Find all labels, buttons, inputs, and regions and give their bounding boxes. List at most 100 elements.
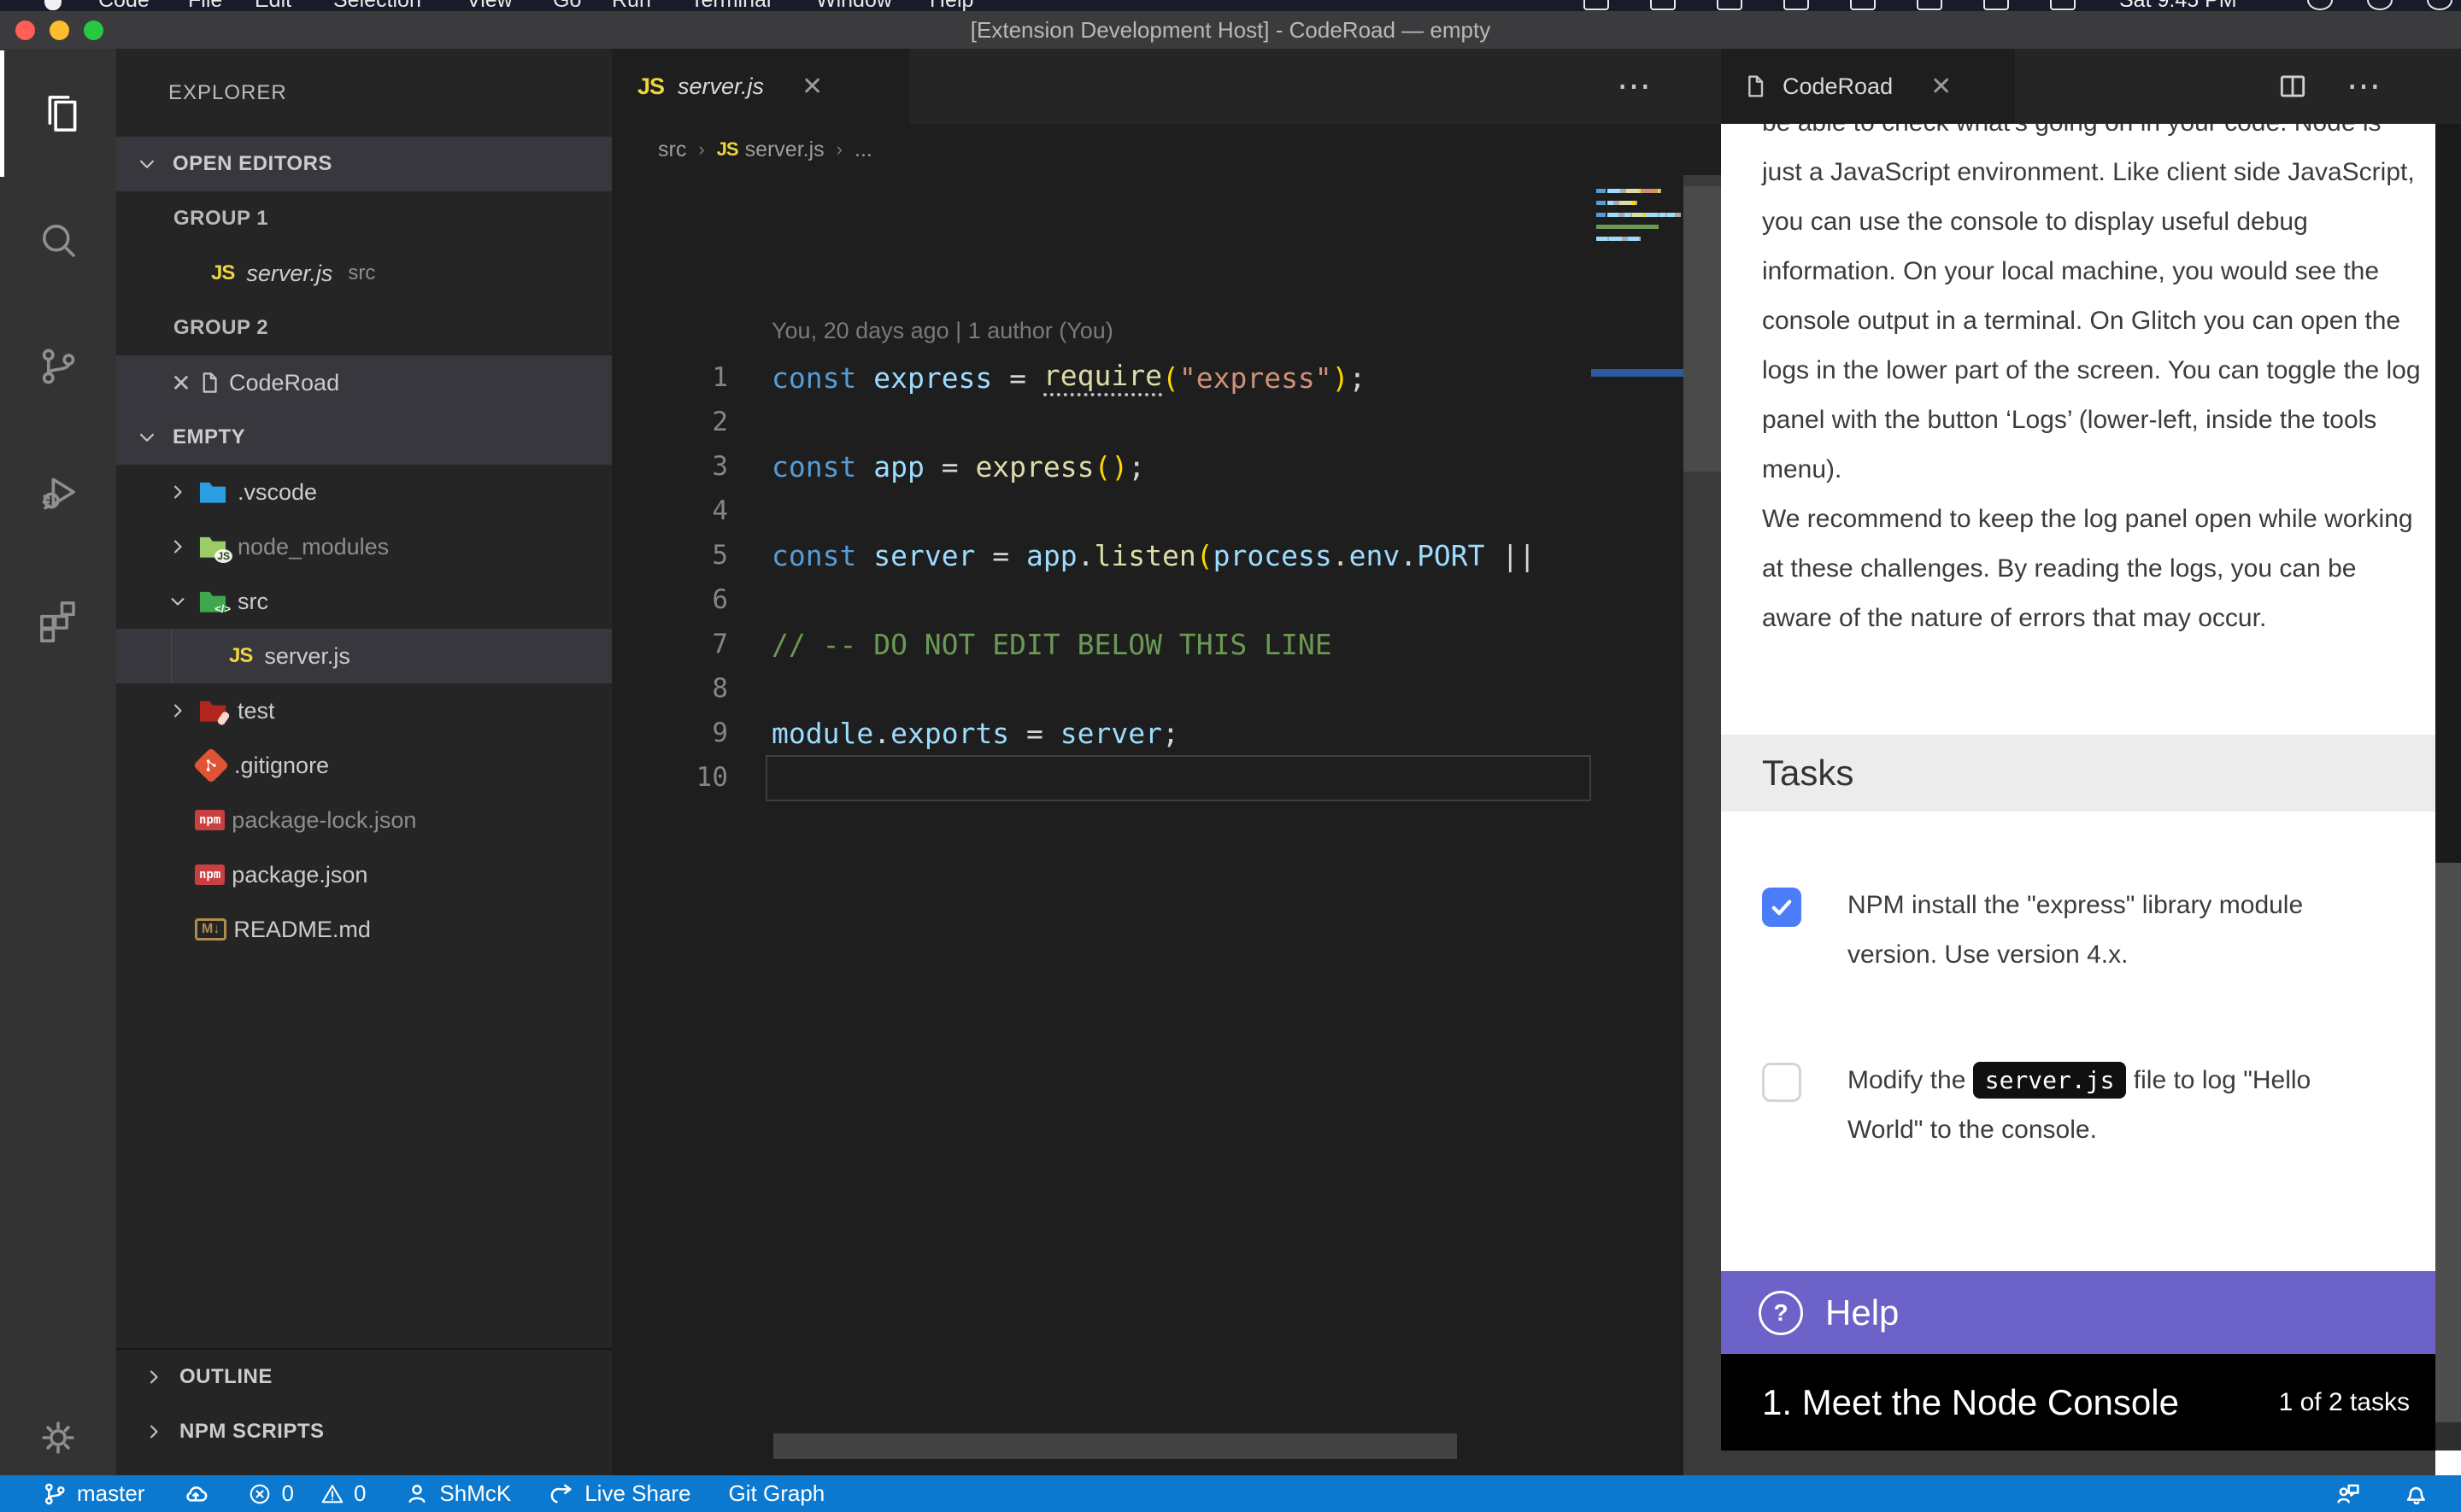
error-icon xyxy=(247,1481,273,1507)
section-outline[interactable]: OUTLINE xyxy=(116,1350,612,1404)
status-problems[interactable]: 00 xyxy=(247,1480,366,1507)
status-feedback-icon[interactable] xyxy=(2335,1480,2362,1508)
tree-item-src[interactable]: </>src xyxy=(116,574,612,629)
tab-coderoad[interactable]: CodeRoad ✕ xyxy=(1721,49,2015,124)
activity-extensions[interactable] xyxy=(0,556,116,683)
status-git-graph[interactable]: Git Graph xyxy=(729,1480,825,1507)
menu-item-terminal[interactable]: Terminal xyxy=(690,0,771,11)
close-tab-icon[interactable]: ✕ xyxy=(802,72,823,102)
tree-item--gitignore[interactable]: .gitignore xyxy=(116,738,612,793)
panel-scrollbar-thumb[interactable] xyxy=(2435,863,2461,1422)
menu-item-file[interactable]: File xyxy=(188,0,222,11)
help-section[interactable]: ? Help xyxy=(1721,1271,2435,1354)
debug-icon xyxy=(35,470,81,516)
current-line-highlight xyxy=(766,755,1591,801)
breadcrumb-item[interactable]: JSserver.js xyxy=(717,138,825,162)
window-title-bar[interactable]: [Extension Development Host] - CodeRoad … xyxy=(0,11,2461,49)
tree-item--vscode[interactable]: .vscode xyxy=(116,465,612,519)
tab-label: server.js xyxy=(678,73,764,100)
breadcrumb-item[interactable]: src xyxy=(658,138,686,162)
tree-item-package-json[interactable]: npmpackage.json xyxy=(116,847,612,902)
line-number: 6 xyxy=(646,577,728,622)
task-checkbox-unchecked[interactable] xyxy=(1762,1063,1801,1102)
apple-icon[interactable] xyxy=(44,0,62,10)
breadcrumb[interactable]: src›JSserver.js›... xyxy=(658,124,872,175)
task-text: Modify the server.js file to log "HelloW… xyxy=(1847,1056,2411,1155)
menubar-status-icon[interactable] xyxy=(1650,0,1676,10)
chevron-right xyxy=(166,535,190,559)
minimap-line xyxy=(1596,237,1641,241)
npm-icon: npm xyxy=(195,864,225,885)
person-icon xyxy=(403,1480,431,1508)
editor-tab-bar: JS server.js ✕ ⋯ xyxy=(612,49,1721,124)
editor-scrollbar-thumb[interactable] xyxy=(1683,186,1721,472)
menu-item-run[interactable]: Run xyxy=(612,0,651,11)
chevron-down xyxy=(134,151,160,177)
panel-tab-bar: CodeRoad ✕ ⋯ xyxy=(1721,49,2461,124)
panel-scrollbar[interactable] xyxy=(2435,124,2461,1475)
tree-item-package-lock-json[interactable]: npmpackage-lock.json xyxy=(116,793,612,847)
panel-footer-strip xyxy=(1721,1450,2435,1475)
open-editor-item-coderoad[interactable]: ✕CodeRoad xyxy=(116,355,612,410)
menu-item-edit[interactable]: Edit xyxy=(255,0,291,11)
more-actions-icon[interactable]: ⋯ xyxy=(2346,67,2382,106)
tree-item-readme-md[interactable]: M↓README.md xyxy=(116,902,612,957)
menubar-status-icon[interactable] xyxy=(1917,0,1942,10)
menu-item-selection[interactable]: Selection xyxy=(333,0,421,11)
status-bell-icon[interactable] xyxy=(2403,1480,2430,1508)
tree-item-node_modules[interactable]: JSnode_modules xyxy=(116,519,612,574)
menu-item-help[interactable]: Help xyxy=(930,0,973,11)
activity-run-and-debug[interactable] xyxy=(0,430,116,556)
open-editors-header[interactable]: OPEN EDITORS xyxy=(116,137,612,191)
chevron-right xyxy=(142,1420,166,1444)
menubar-status-icon[interactable] xyxy=(2307,0,2333,10)
menu-item-code[interactable]: Code xyxy=(98,0,150,11)
chevron-right xyxy=(142,1365,166,1389)
menu-item-window[interactable]: Window xyxy=(816,0,892,11)
open-editors-group: GROUP 2 xyxy=(116,301,612,355)
more-actions-icon[interactable]: ⋯ xyxy=(1617,67,1653,106)
menubar-status-icon[interactable] xyxy=(2367,0,2393,10)
split-editor-icon[interactable] xyxy=(2276,70,2309,103)
menu-item-view[interactable]: View xyxy=(467,0,513,11)
tree-item-server-js[interactable]: JSserver.js xyxy=(116,629,612,683)
folder-section-header[interactable]: EMPTY xyxy=(116,410,612,465)
editor-scrollbar[interactable] xyxy=(1683,175,1721,1475)
files-icon xyxy=(39,91,85,137)
code-editor[interactable]: You, 20 days ago | 1 author (You) 1const… xyxy=(612,175,1683,1450)
breadcrumb-item[interactable]: ... xyxy=(855,138,872,162)
activity-search[interactable] xyxy=(0,177,116,303)
menubar-status-icon[interactable] xyxy=(1583,0,1609,10)
menubar-status-icon[interactable] xyxy=(1983,0,2009,10)
section-npm-scripts[interactable]: NPM SCRIPTS xyxy=(116,1404,612,1459)
status-cloud-upload-icon[interactable] xyxy=(182,1480,209,1508)
menubar-status-icon[interactable] xyxy=(1717,0,1742,10)
status-shmck[interactable]: ShMcK xyxy=(403,1480,511,1508)
menubar-clock: Sat 9:45 PM xyxy=(2119,0,2237,11)
task-checkbox-checked[interactable] xyxy=(1762,888,1801,927)
lesson-title: 1. Meet the Node Console xyxy=(1762,1382,2179,1423)
warning-icon xyxy=(320,1481,345,1507)
window-title: [Extension Development Host] - CodeRoad … xyxy=(0,11,2461,49)
minimap[interactable] xyxy=(1591,175,1683,1450)
menubar-status-icon[interactable] xyxy=(1783,0,1809,10)
close-tab-icon[interactable]: ✕ xyxy=(1930,72,1952,102)
open-editor-item-server-js[interactable]: JSserver.jssrc xyxy=(116,246,612,301)
coderoad-webview: be able to check what's going on in your… xyxy=(1721,124,2461,1475)
close-editor-icon[interactable]: ✕ xyxy=(166,369,197,397)
inline-code: server.js xyxy=(1973,1062,2127,1099)
status-master[interactable]: master xyxy=(41,1480,144,1508)
chevron-right xyxy=(166,699,190,723)
activity-source-control[interactable] xyxy=(0,303,116,430)
code-line-3: const app = express(); xyxy=(772,444,1145,489)
activity-explorer[interactable] xyxy=(0,50,120,177)
menu-item-go[interactable]: Go xyxy=(553,0,581,11)
sidebar-title: EXPLORER xyxy=(168,49,287,137)
tree-item-test[interactable]: test xyxy=(116,683,612,738)
menubar-status-icon[interactable] xyxy=(1850,0,1876,10)
menubar-status-icon[interactable] xyxy=(2050,0,2076,10)
menubar-status-icon[interactable] xyxy=(2427,0,2452,10)
status-live-share[interactable]: Live Share xyxy=(549,1480,690,1508)
horizontal-scrollbar-thumb[interactable] xyxy=(773,1433,1457,1459)
tab-server-js[interactable]: JS server.js ✕ xyxy=(612,49,909,124)
